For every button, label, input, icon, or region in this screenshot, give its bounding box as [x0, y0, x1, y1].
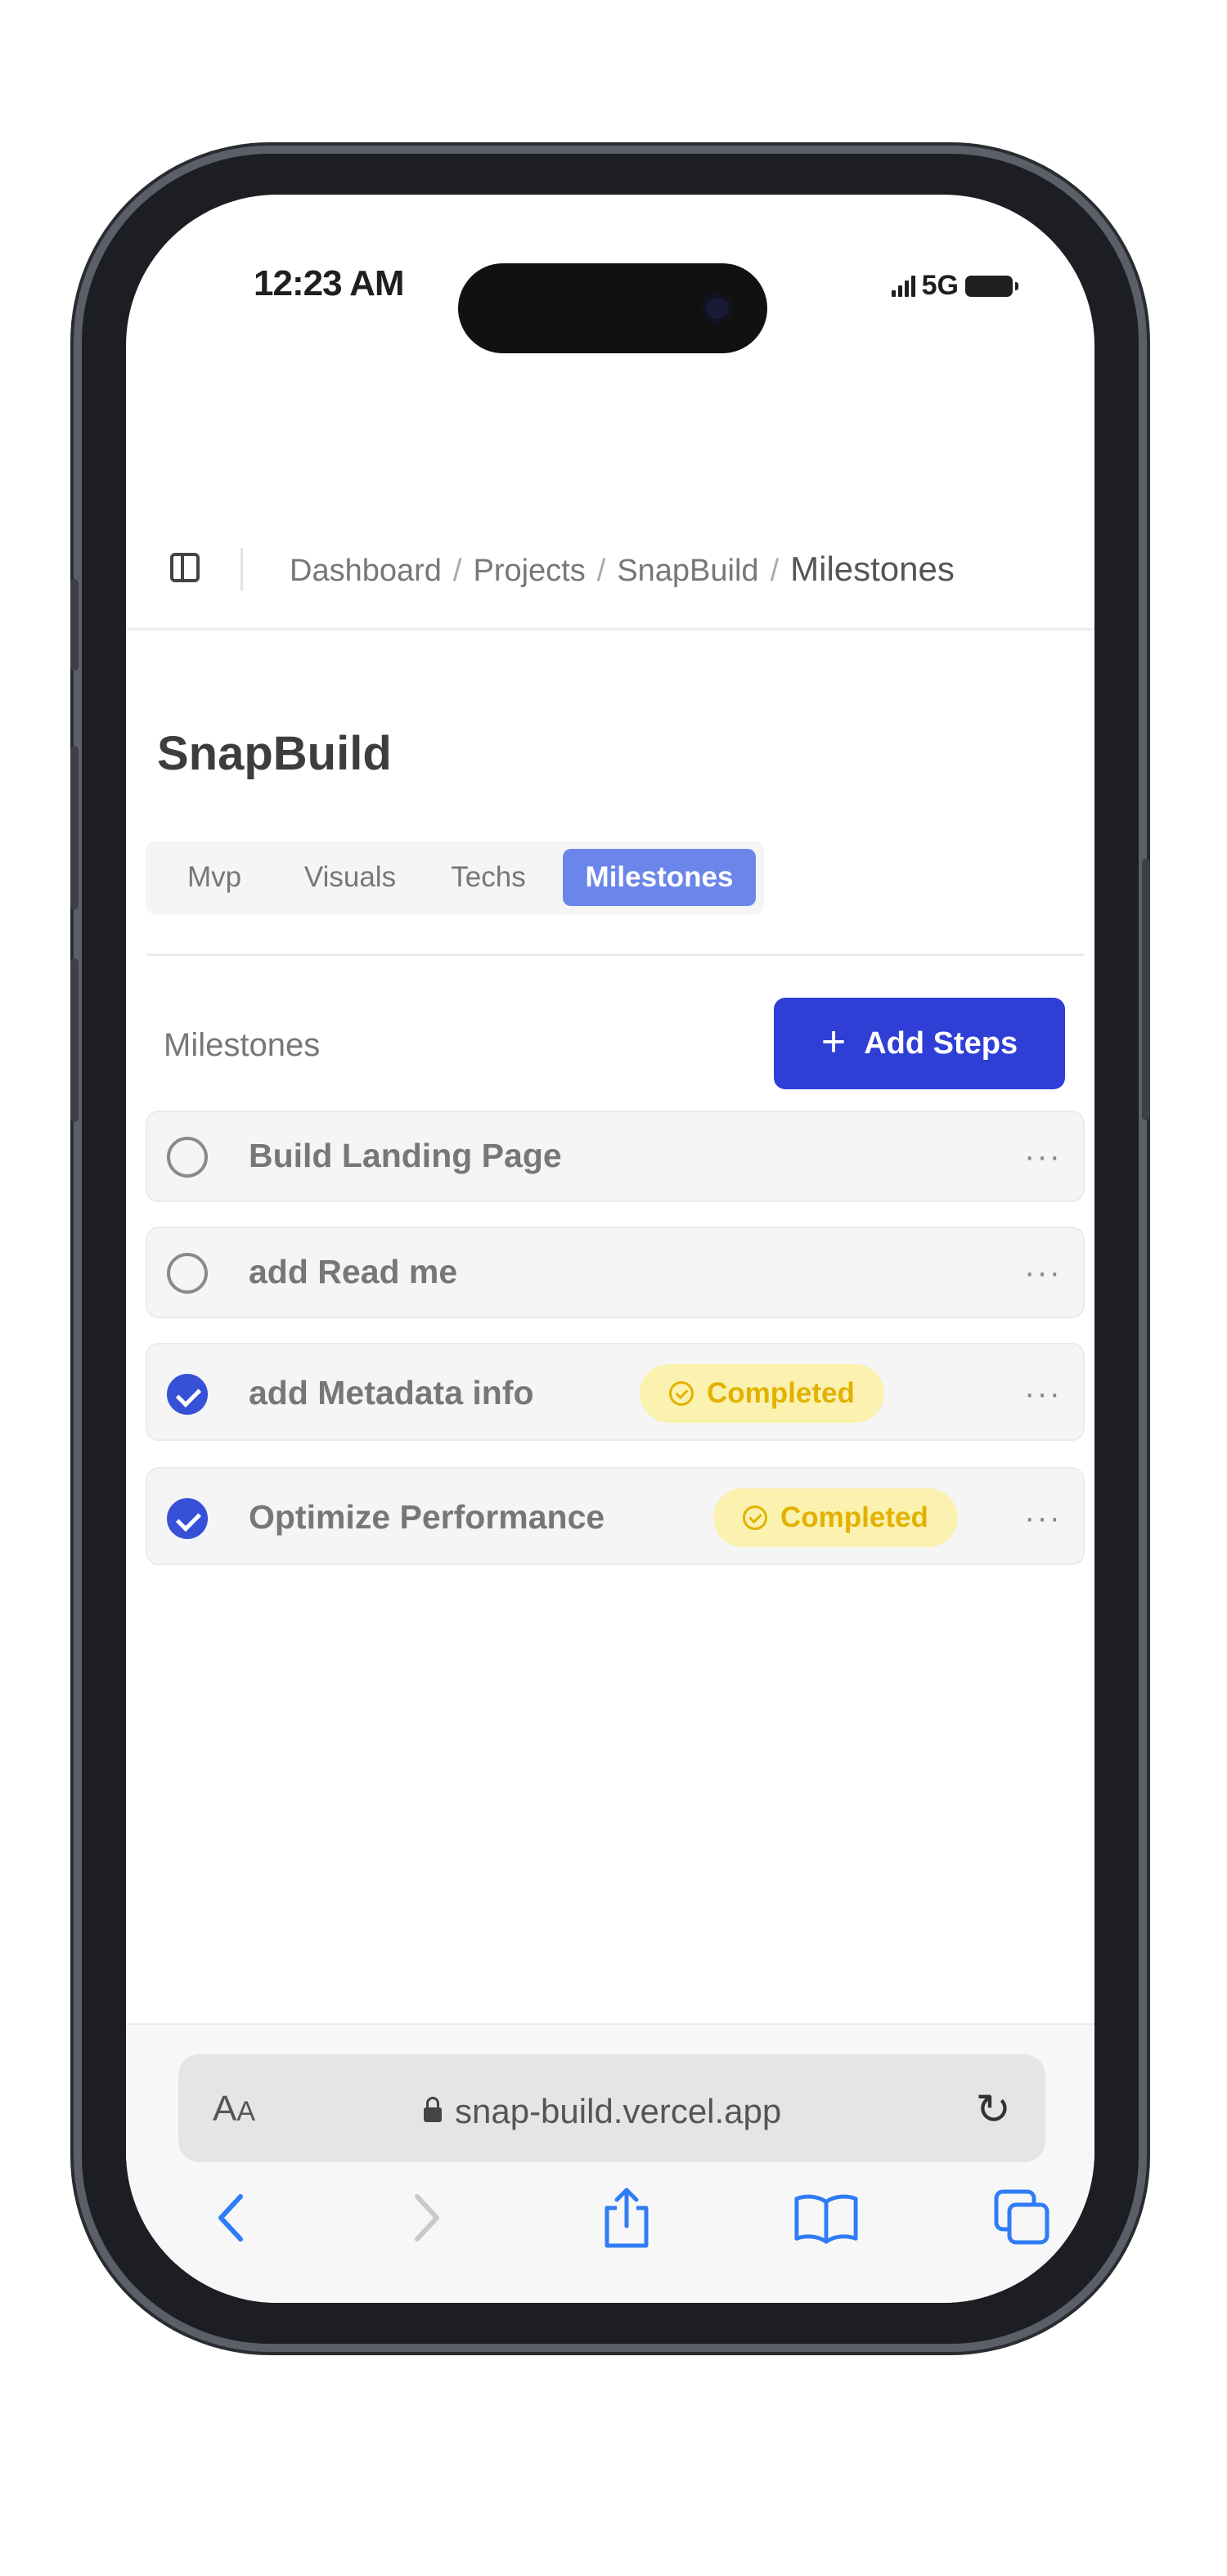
- milestones-heading: Milestones: [164, 1027, 321, 1063]
- breadcrumb-separator: /: [770, 554, 780, 588]
- tab-milestones[interactable]: Milestones: [563, 849, 756, 906]
- breadcrumb-separator: /: [452, 554, 462, 588]
- status-badge-label: Completed: [780, 1501, 928, 1533]
- camera-icon: [702, 293, 733, 324]
- milestone-label: Optimize Performance: [249, 1498, 605, 1536]
- checkbox-unchecked-icon[interactable]: [167, 1137, 208, 1178]
- milestone-label: add Read me: [249, 1253, 458, 1290]
- breadcrumb-dashboard[interactable]: Dashboard: [290, 554, 442, 589]
- status-indicators: 5G: [891, 270, 1018, 302]
- volume-down-button: [70, 958, 79, 1122]
- more-options-icon[interactable]: ···: [1024, 1140, 1062, 1173]
- lock-icon: [424, 2097, 442, 2122]
- tab-bar: Mvp Visuals Techs Milestones: [146, 841, 764, 914]
- milestone-row[interactable]: add Read me ···: [146, 1227, 1085, 1318]
- milestone-row[interactable]: Build Landing Page ···: [146, 1111, 1085, 1202]
- tab-mvp[interactable]: Mvp: [157, 849, 272, 906]
- checkbox-checked-icon[interactable]: [167, 1498, 208, 1539]
- breadcrumb-current: Milestones: [790, 550, 955, 588]
- check-circle-icon: [743, 1506, 767, 1530]
- battery-icon: [965, 275, 1018, 297]
- url-text: snap-build.vercel.app: [455, 2092, 782, 2130]
- dynamic-island: [458, 263, 767, 353]
- breadcrumb: Dashboard / Projects / SnapBuild / Miles…: [290, 550, 955, 589]
- signal-icon: [891, 275, 915, 297]
- check-circle-icon: [669, 1381, 694, 1406]
- page-title: SnapBuild: [157, 727, 392, 780]
- plus-icon: +: [820, 1018, 847, 1066]
- top-bar: Dashboard / Projects / SnapBuild / Miles…: [126, 497, 1094, 631]
- checkbox-checked-icon[interactable]: [167, 1374, 208, 1415]
- breadcrumb-separator: /: [596, 554, 606, 588]
- separator: [240, 548, 243, 590]
- address-bar[interactable]: AA snap-build.vercel.app ↻: [178, 2054, 1045, 2162]
- screen: 12:23 AM 5G Dashboard / Projects / SnapB…: [126, 195, 1094, 2303]
- breadcrumb-snapbuild[interactable]: SnapBuild: [617, 554, 758, 589]
- more-options-icon[interactable]: ···: [1024, 1501, 1062, 1534]
- status-badge: Completed: [713, 1488, 958, 1547]
- sidebar-toggle-icon[interactable]: [170, 553, 200, 582]
- tab-visuals[interactable]: Visuals: [278, 849, 422, 906]
- power-button: [1142, 859, 1150, 1120]
- breadcrumb-projects[interactable]: Projects: [473, 554, 585, 589]
- tabs-icon[interactable]: [990, 2185, 1055, 2251]
- phone-frame: 12:23 AM 5G Dashboard / Projects / SnapB…: [70, 154, 1150, 2344]
- forward-icon[interactable]: [394, 2185, 460, 2251]
- tab-techs[interactable]: Techs: [429, 849, 548, 906]
- url-display[interactable]: snap-build.vercel.app: [424, 2092, 781, 2131]
- status-badge: Completed: [640, 1364, 884, 1423]
- add-steps-button[interactable]: + Add Steps: [774, 998, 1065, 1089]
- reload-icon[interactable]: ↻: [975, 2085, 1011, 2134]
- volume-up-button: [70, 746, 79, 909]
- bookmarks-icon[interactable]: [793, 2185, 859, 2251]
- add-steps-label: Add Steps: [864, 1025, 1018, 1061]
- divider: [146, 954, 1085, 956]
- share-icon[interactable]: [594, 2185, 659, 2251]
- action-button: [70, 579, 79, 671]
- back-icon[interactable]: [198, 2185, 263, 2251]
- status-badge-label: Completed: [707, 1377, 855, 1409]
- more-options-icon[interactable]: ···: [1024, 1377, 1062, 1410]
- more-options-icon[interactable]: ···: [1024, 1256, 1062, 1289]
- milestone-label: add Metadata info: [249, 1374, 534, 1411]
- browser-toolbar: AA snap-build.vercel.app ↻: [126, 2023, 1094, 2303]
- checkbox-unchecked-icon[interactable]: [167, 1253, 208, 1294]
- milestone-row[interactable]: Optimize Performance Completed ···: [146, 1467, 1085, 1565]
- milestone-row[interactable]: add Metadata info Completed ···: [146, 1343, 1085, 1441]
- milestone-label: Build Landing Page: [249, 1137, 562, 1174]
- network-type: 5G: [921, 270, 959, 301]
- text-size-button[interactable]: AA: [213, 2089, 255, 2129]
- status-time: 12:23 AM: [254, 263, 405, 303]
